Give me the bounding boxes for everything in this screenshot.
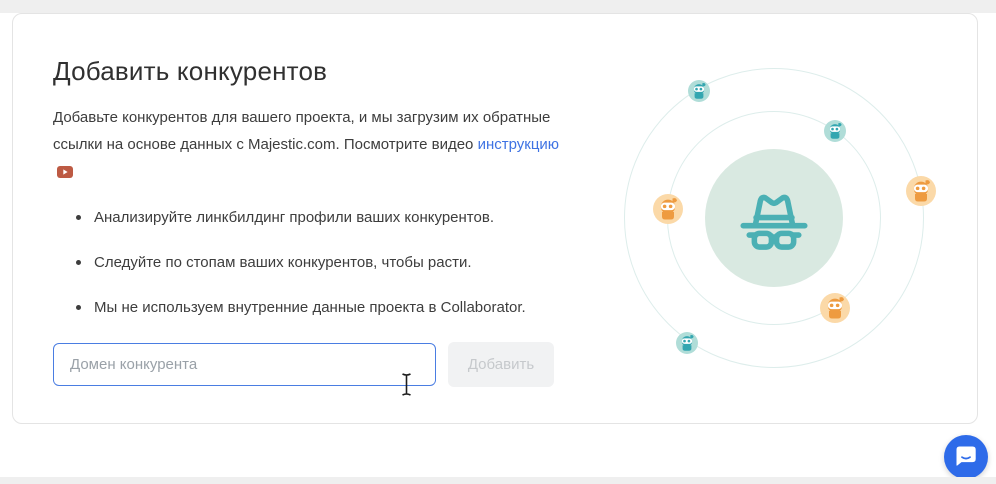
add-competitors-card: Добавить конкурентов Добавьте конкуренто…: [12, 13, 978, 424]
messenger-bubble-icon: [955, 445, 977, 469]
list-item: Мы не используем внутренние данные проек…: [73, 297, 573, 318]
competitor-domain-input[interactable]: [53, 343, 436, 386]
list-item: Следуйте по стопам ваших конкурентов, чт…: [73, 252, 573, 273]
incognito-circle: [705, 149, 843, 287]
page-bottom-band: [0, 477, 996, 484]
benefits-list: Анализируйте линкбилдинг профили ваших к…: [73, 207, 573, 342]
orbit-outer-circle: [624, 68, 924, 368]
list-item: Анализируйте линкбилдинг профили ваших к…: [73, 207, 573, 228]
teal-bot-avatar: [824, 120, 846, 142]
page-top-band: [0, 0, 996, 13]
description-text: Добавьте конкурентов для вашего проекта,…: [53, 104, 565, 187]
orange-bot-avatar: [653, 194, 683, 224]
description-body: Добавьте конкурентов для вашего проекта,…: [53, 109, 550, 153]
video-instruction-link[interactable]: инструкцию: [478, 136, 560, 153]
orange-bot-avatar: [820, 293, 850, 323]
chat-widget-button[interactable]: [944, 435, 988, 479]
ibeam-cursor-icon: [399, 372, 414, 402]
youtube-play-icon[interactable]: [57, 160, 73, 187]
orange-bot-avatar: [906, 176, 936, 206]
incognito-spy-icon: [731, 177, 817, 259]
teal-bot-avatar: [688, 80, 710, 102]
orbit-inner-circle: [667, 111, 881, 325]
teal-bot-avatar: [676, 332, 698, 354]
page-title: Добавить конкурентов: [53, 56, 327, 87]
add-button[interactable]: Добавить: [448, 342, 554, 387]
